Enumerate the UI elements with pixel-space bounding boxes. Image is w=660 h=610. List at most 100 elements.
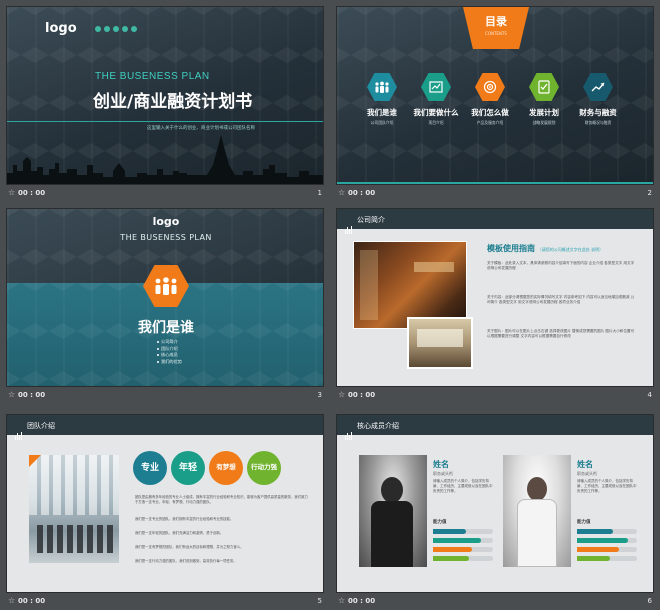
ability-bar-track bbox=[577, 529, 637, 534]
office-photo-large bbox=[353, 241, 467, 329]
bottom-stripe bbox=[337, 182, 653, 184]
slide-1[interactable]: logo THE BUSENESS PLAN 创业/商业融资计划书 这里输入关于… bbox=[6, 6, 324, 185]
slide-subtitle: THE BUSENESS PLAN bbox=[120, 233, 212, 242]
bullet-text: 公司简介 bbox=[161, 339, 178, 344]
member-photo-2 bbox=[503, 455, 571, 567]
trait-circle: 专业 bbox=[133, 451, 167, 485]
slide-number: 1 bbox=[317, 189, 322, 197]
slide-header: 团队介绍 bbox=[7, 415, 323, 440]
slide-caption: ☆ 00 : 00 3 bbox=[6, 388, 324, 402]
content-paragraph: 关于图片：图片可以在图片上点击右键 选择更改图片 替换成您需要的图片 图片大小和… bbox=[487, 329, 635, 339]
slide-number: 5 bbox=[317, 597, 322, 605]
star-icon[interactable]: ☆ bbox=[338, 188, 345, 197]
content-paragraph: 关于内容：此部分请根据您的实际情况填写文字 内容参考如下 内容可以适当地增加或删… bbox=[487, 295, 635, 305]
star-icon[interactable]: ☆ bbox=[8, 390, 15, 399]
star-icon[interactable]: ☆ bbox=[8, 596, 15, 605]
toc-item-title: 我们怎么做 bbox=[471, 108, 509, 117]
star-icon[interactable]: ☆ bbox=[8, 188, 15, 197]
team-paragraph: 团队是由拥有多年经验的专业人士组成，拥有丰富的行业经验和专业知识，能够为客户提供… bbox=[135, 495, 308, 504]
star-icon[interactable]: ☆ bbox=[338, 596, 345, 605]
office-photo-small bbox=[407, 317, 473, 369]
toc-item-4[interactable]: 发展计划 战略发展规划 bbox=[515, 73, 573, 126]
bullet-text: 团队介绍 bbox=[161, 345, 178, 351]
content-heading-note: （请您的公司概述文字在此处 说明） bbox=[537, 247, 604, 252]
toc-hex-badge bbox=[583, 73, 613, 101]
toc-item-title: 我们是谁 bbox=[367, 108, 397, 117]
audio-bars-icon bbox=[15, 421, 24, 440]
audio-bars-icon bbox=[345, 215, 354, 234]
toc-item-title: 财务与融资 bbox=[579, 108, 617, 117]
team-photo bbox=[29, 455, 119, 563]
ability-bar-fill bbox=[577, 538, 628, 543]
slide-2[interactable]: 目录 CONTENTS 我们是谁 公司团队介绍 我们要做什么 项目介绍 我们怎么做 产品及… bbox=[336, 6, 654, 185]
ability-bar-fill bbox=[577, 529, 613, 534]
toc-item-3[interactable]: 我们怎么做 产品及服务介绍 bbox=[461, 73, 519, 126]
slide-timing: 00 : 00 bbox=[18, 597, 46, 605]
ability-bar-fill bbox=[433, 547, 472, 552]
slide-number: 3 bbox=[317, 391, 322, 399]
divider-line bbox=[7, 121, 323, 122]
bullet-list: 公司简介 团队介绍 核心成员 我们的优势 bbox=[157, 339, 182, 365]
trait-circle: 行动力强 bbox=[247, 451, 281, 485]
header-label: 团队介绍 bbox=[27, 422, 55, 430]
target-icon bbox=[483, 80, 497, 94]
slide-number: 4 bbox=[647, 391, 652, 399]
ability-bar-track bbox=[577, 556, 637, 561]
header-label: 公司简介 bbox=[357, 216, 385, 224]
slide-timing: 00 : 00 bbox=[348, 189, 376, 197]
ability-bar-track bbox=[577, 538, 637, 543]
slide-caption: ☆ 00 : 00 2 bbox=[336, 186, 654, 200]
toc-item-2[interactable]: 我们要做什么 项目介绍 bbox=[407, 73, 465, 126]
social-icon bbox=[95, 26, 101, 32]
ability-bar-track bbox=[433, 547, 493, 552]
team-paragraph: 我们是一支年轻的团队，我们充满活力和激情，勇于创新。 bbox=[135, 531, 224, 535]
team-icon bbox=[374, 81, 390, 93]
ability-bar-fill bbox=[577, 547, 619, 552]
toc-hex-badge bbox=[367, 73, 397, 101]
ability-bar-fill bbox=[577, 556, 610, 561]
slide-caption: ☆ 00 : 00 1 bbox=[6, 186, 324, 200]
trait-circle: 有梦想 bbox=[209, 451, 243, 485]
toc-item-5[interactable]: 财务与融资财务概况与融资 bbox=[569, 73, 627, 126]
member-photo-1 bbox=[359, 455, 427, 567]
slide-6[interactable]: 核心成员介绍 姓名 职务或头衔 请输入成员的个人简介，包括学历背景、工作经历、主要成… bbox=[336, 414, 654, 593]
ability-bar-fill bbox=[433, 529, 466, 534]
bullet-dot-icon bbox=[157, 341, 159, 343]
ability-bar-fill bbox=[433, 556, 469, 561]
slide-tagline: 这里输入关于什么的创业、商业计划书或公司团队名称 bbox=[147, 126, 255, 131]
team-paragraph: 我们是一支专业的团队，我们拥有丰富的行业经验和专业的技能。 bbox=[135, 517, 234, 521]
toc-item-1[interactable]: 我们是谁 公司团队介绍 bbox=[353, 73, 411, 126]
content-paragraph: 关于模板：此处录入文本，具体请参照内容介绍填写下面的内容 企业介绍 各类型文字 … bbox=[487, 261, 635, 271]
slide-timing: 00 : 00 bbox=[18, 189, 46, 197]
bullet-dot-icon bbox=[157, 347, 159, 350]
toc-hex-badge bbox=[529, 73, 559, 101]
slide-5[interactable]: 团队介绍 专业 年轻 有梦想 行动力强 团队是由拥有多年经验的专业人士组成，拥有丰富的… bbox=[6, 414, 324, 593]
member-role: 职务或头衔 bbox=[433, 471, 453, 476]
bullet-dot-icon bbox=[157, 360, 159, 363]
toc-item-subtitle: 财务概况与融资 bbox=[584, 120, 612, 125]
bullet-dot-icon bbox=[157, 354, 159, 356]
ability-bar-track bbox=[433, 556, 493, 561]
contents-tab: 目录 CONTENTS bbox=[463, 7, 529, 49]
toc-item-title: 我们要做什么 bbox=[413, 108, 459, 117]
ability-bar-track bbox=[577, 547, 637, 552]
member-bio: 请输入成员的个人简介，包括学历背景、工作经历、主要成就以及在团队中负责的工作等。 bbox=[577, 479, 637, 493]
slide-header: 核心成员介绍 bbox=[337, 415, 653, 440]
star-icon[interactable]: ☆ bbox=[338, 390, 345, 399]
slide-timing: 00 : 00 bbox=[18, 391, 46, 399]
audio-bars-icon bbox=[345, 421, 354, 440]
slide-number: 2 bbox=[647, 189, 652, 197]
slide-header: 公司简介 bbox=[337, 209, 653, 234]
slide-number: 6 bbox=[647, 597, 652, 605]
bullet-item: 我们的优势 bbox=[157, 359, 182, 366]
slide-3[interactable]: logo THE BUSENESS PLAN 我们是谁 公司简介 团队介绍 核心成员… bbox=[6, 208, 324, 387]
toc-hex-badge bbox=[421, 73, 451, 101]
ability-bar-track bbox=[433, 529, 493, 534]
member-bio: 请输入成员的个人简介，包括学历背景、工作经历、主要成就以及在团队中负责的工作等。 bbox=[433, 479, 493, 493]
slide-4[interactable]: 公司简介 模板使用指南 （请您的公司概述文字在此处 说明） 关于模板：此处录入文… bbox=[336, 208, 654, 387]
content-heading: 模板使用指南 （请您的公司概述文字在此处 说明） bbox=[487, 243, 603, 254]
content-heading-text: 模板使用指南 bbox=[487, 244, 535, 253]
social-icon bbox=[113, 26, 119, 32]
slide-title: 创业/商业融资计划书 bbox=[93, 92, 253, 112]
ability-label: 能力值 bbox=[577, 520, 591, 525]
